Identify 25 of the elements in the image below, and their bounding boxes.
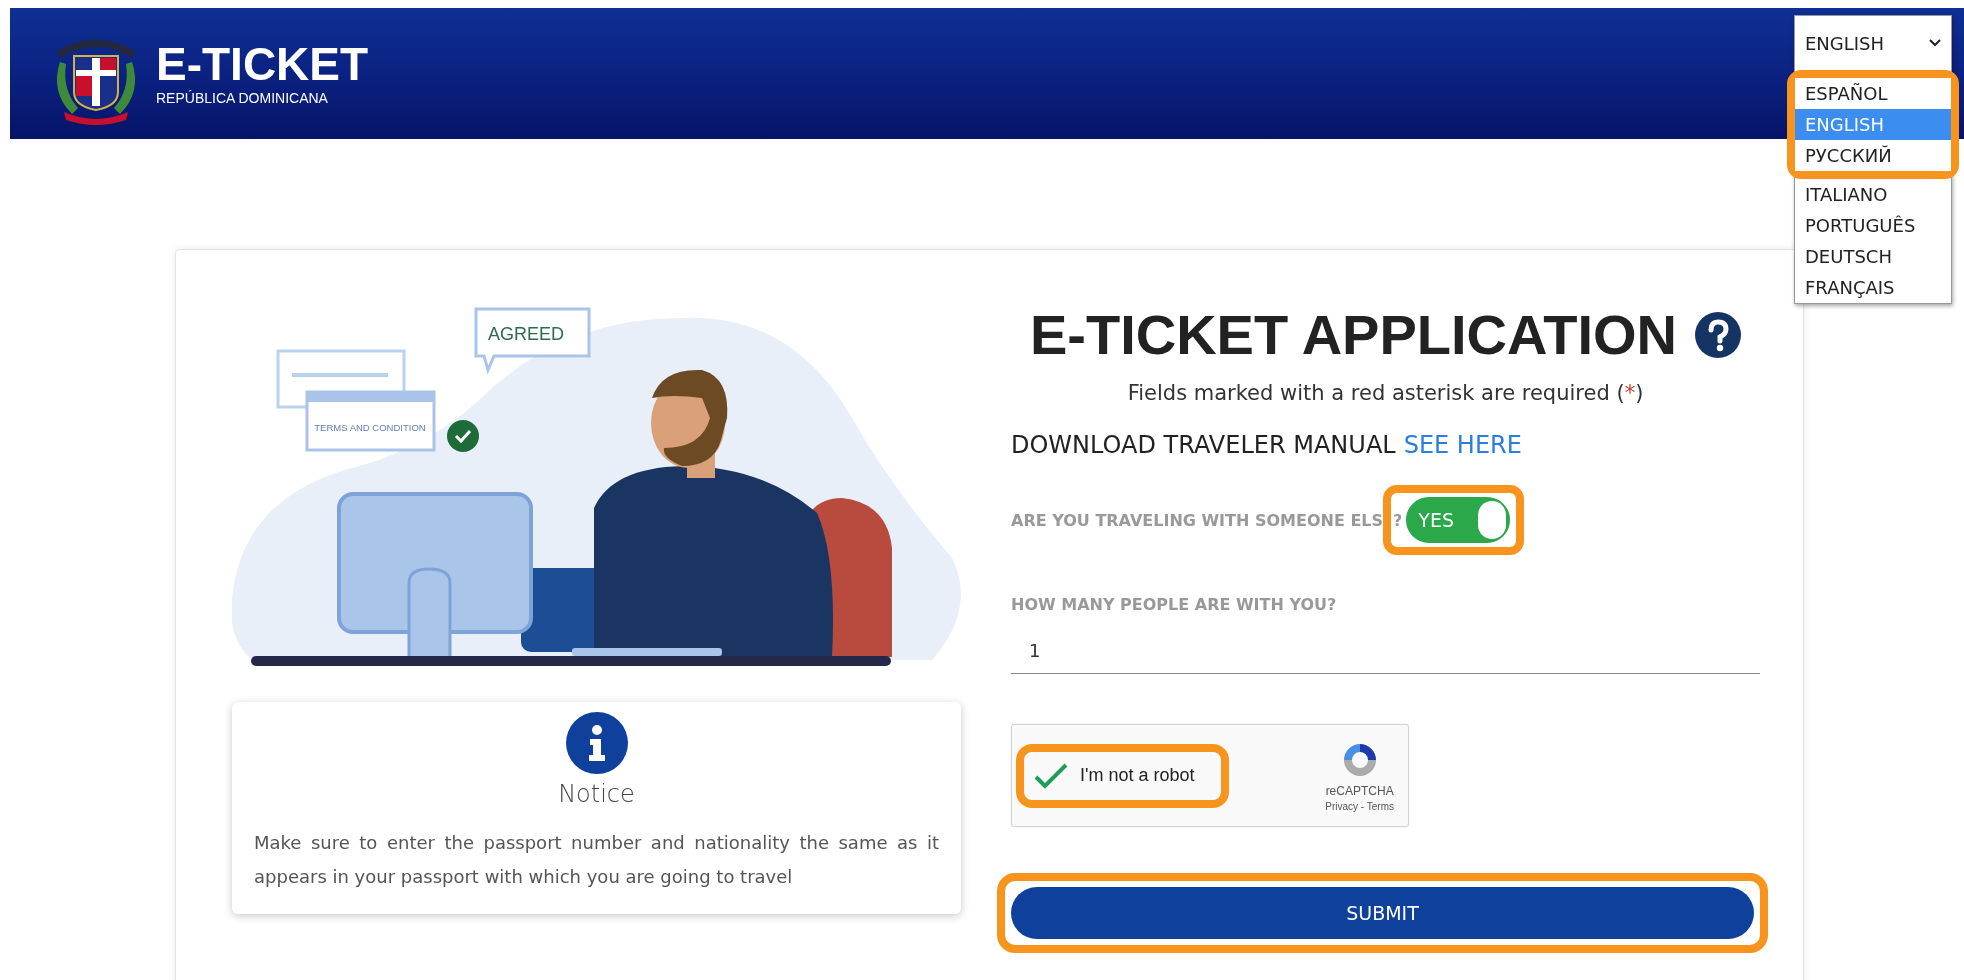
submit-button[interactable]: SUBMIT bbox=[1011, 887, 1754, 939]
page-title: E-TICKET APPLICATION bbox=[1029, 302, 1678, 367]
brand-subtitle: REPÚBLICA DOMINICANA bbox=[156, 90, 329, 106]
language-select[interactable]: ENGLISH bbox=[1795, 16, 1951, 70]
recaptcha-brand: reCAPTCHA bbox=[1325, 783, 1394, 798]
info-icon bbox=[565, 712, 628, 774]
captcha-label: I'm not a robot bbox=[1080, 765, 1195, 786]
required-note: Fields marked with a red asterisk are required (*) bbox=[1126, 381, 1645, 405]
manual-text: DOWNLOAD TRAVELER MANUAL bbox=[1011, 431, 1396, 459]
language-option[interactable]: PORTUGUÊS bbox=[1795, 210, 1951, 241]
brand-title: E-TICKET bbox=[156, 41, 369, 87]
chevron-icon bbox=[1929, 39, 1941, 47]
people-label: HOW MANY PEOPLE ARE WITH YOU? bbox=[1011, 595, 1337, 614]
people-count-field[interactable]: 1 bbox=[1011, 632, 1760, 674]
question-mark: ? bbox=[1393, 510, 1403, 530]
language-option[interactable]: DEUTSCH bbox=[1795, 241, 1951, 272]
checkmark-icon[interactable] bbox=[1034, 761, 1068, 790]
notice-title: Notice bbox=[558, 780, 635, 808]
language-option[interactable]: ITALIANO bbox=[1795, 179, 1951, 210]
companion-label: ARE YOU TRAVELING WITH SOMEONE ELS bbox=[1011, 510, 1384, 530]
notice-text: Make sure to enter the passport number and nationality the same as it appears in your passport with which you are going to travel bbox=[254, 831, 939, 889]
language-option[interactable]: FRANÇAIS bbox=[1795, 272, 1951, 303]
see-here-link[interactable]: SEE HERE bbox=[1403, 431, 1522, 459]
help-icon[interactable] bbox=[1695, 311, 1742, 358]
privacy-terms-links[interactable]: Privacy - Terms bbox=[1325, 800, 1394, 812]
